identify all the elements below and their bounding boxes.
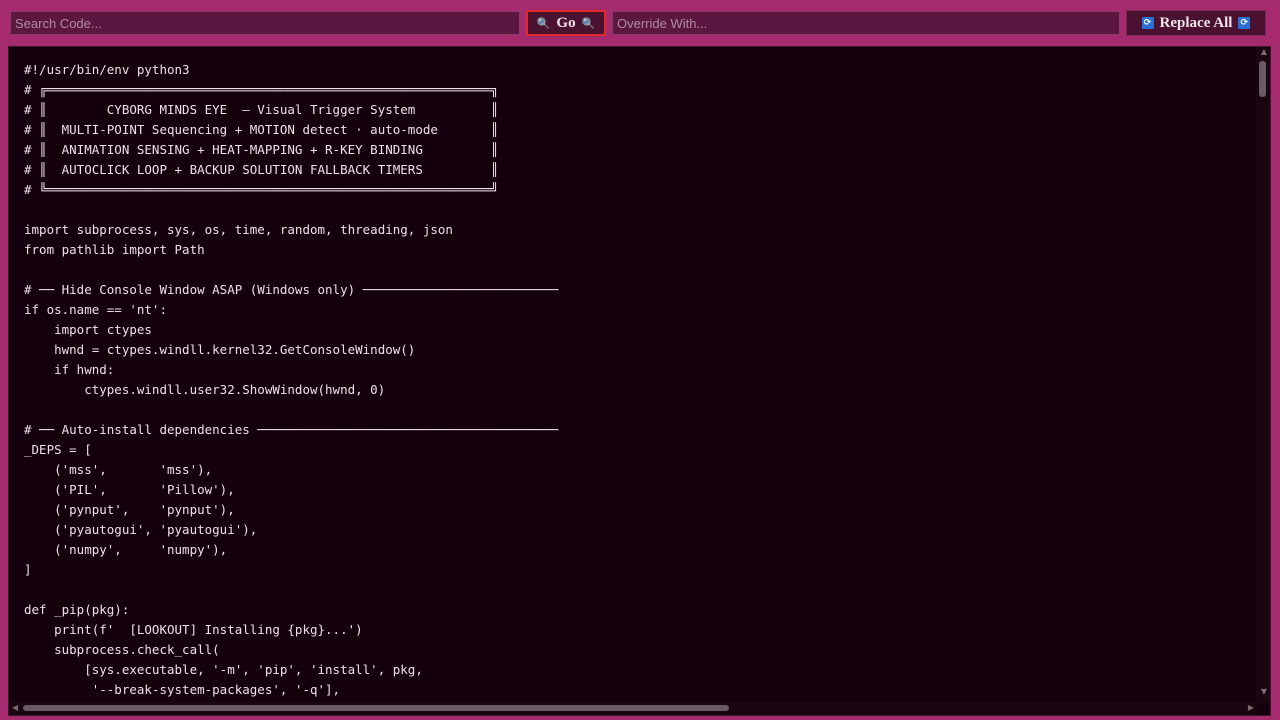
code-line: '--break-system-packages', '-q'],: [24, 682, 341, 697]
search-icon: 🔍: [581, 16, 596, 30]
code-line: subprocess.check_call(: [24, 642, 220, 657]
code-line: # ╔═════════════════════════════════════…: [24, 82, 499, 97]
code-line: # ╚═════════════════════════════════════…: [24, 182, 499, 197]
code-line: # ║ ANIMATION SENSING + HEAT-MAPPING + R…: [24, 142, 499, 157]
search-input[interactable]: [10, 11, 520, 35]
code-line: ]: [24, 562, 32, 577]
code-editor[interactable]: #!/usr/bin/env python3 # ╔══════════════…: [8, 46, 1271, 716]
vertical-scroll-thumb[interactable]: [1259, 61, 1266, 97]
vertical-scrollbar[interactable]: ▲ ▼: [1256, 47, 1270, 703]
refresh-icon: ⟳: [1238, 17, 1251, 29]
go-button-label: Go: [556, 14, 576, 31]
code-line: if os.name == 'nt':: [24, 302, 167, 317]
scroll-down-icon[interactable]: ▼: [1261, 687, 1267, 696]
replace-all-label: Replace All: [1159, 14, 1233, 31]
override-input[interactable]: [612, 11, 1120, 35]
code-line: # ── Hide Console Window ASAP (Windows o…: [24, 282, 559, 297]
code-line: ('pyautogui', 'pyautogui'),: [24, 522, 258, 537]
code-line: # ── Auto-install dependencies ─────────…: [24, 422, 559, 437]
go-button[interactable]: 🔍 Go 🔍: [526, 10, 606, 36]
code-line: if hwnd:: [24, 362, 115, 377]
code-line: print(f' [LOOKOUT] Installing {pkg}...'): [24, 622, 363, 637]
code-line: ctypes.windll.user32.ShowWindow(hwnd, 0): [24, 382, 386, 397]
code-line: hwnd = ctypes.windll.kernel32.GetConsole…: [24, 342, 416, 357]
code-text[interactable]: #!/usr/bin/env python3 # ╔══════════════…: [24, 60, 558, 700]
code-line: [sys.executable, '-m', 'pip', 'install',…: [24, 662, 423, 677]
code-line: # ║ MULTI-POINT Sequencing + MOTION dete…: [24, 122, 499, 137]
code-line: # ║ CYBORG MINDS EYE — Visual Trigger Sy…: [24, 102, 499, 117]
code-line: # ║ AUTOCLICK LOOP + BACKUP SOLUTION FAL…: [24, 162, 499, 177]
horizontal-scroll-thumb[interactable]: [23, 705, 729, 711]
code-line: ('PIL', 'Pillow'),: [24, 482, 235, 497]
code-line: from pathlib import Path: [24, 242, 205, 257]
refresh-icon: ⟳: [1141, 17, 1154, 29]
code-line: import ctypes: [24, 322, 152, 337]
code-line: #!/usr/bin/env python3: [24, 62, 190, 77]
code-line: ('pynput', 'pynput'),: [24, 502, 235, 517]
code-line: import subprocess, sys, os, time, random…: [24, 222, 453, 237]
code-line: ('mss', 'mss'),: [24, 462, 213, 477]
code-line: def _pip(pkg):: [24, 602, 130, 617]
search-icon: 🔍: [536, 16, 551, 30]
replace-all-button[interactable]: ⟳ Replace All ⟳: [1126, 10, 1266, 36]
toolbar: 🔍 Go 🔍 ⟳ Replace All ⟳: [0, 0, 1280, 46]
scroll-right-icon[interactable]: ▶: [1248, 703, 1254, 712]
scroll-up-icon[interactable]: ▲: [1261, 47, 1267, 56]
scroll-left-icon[interactable]: ◀: [12, 703, 18, 712]
code-line: _DEPS = [: [24, 442, 92, 457]
code-line: ('numpy', 'numpy'),: [24, 542, 228, 557]
horizontal-scrollbar[interactable]: ◀ ▶: [9, 701, 1257, 715]
